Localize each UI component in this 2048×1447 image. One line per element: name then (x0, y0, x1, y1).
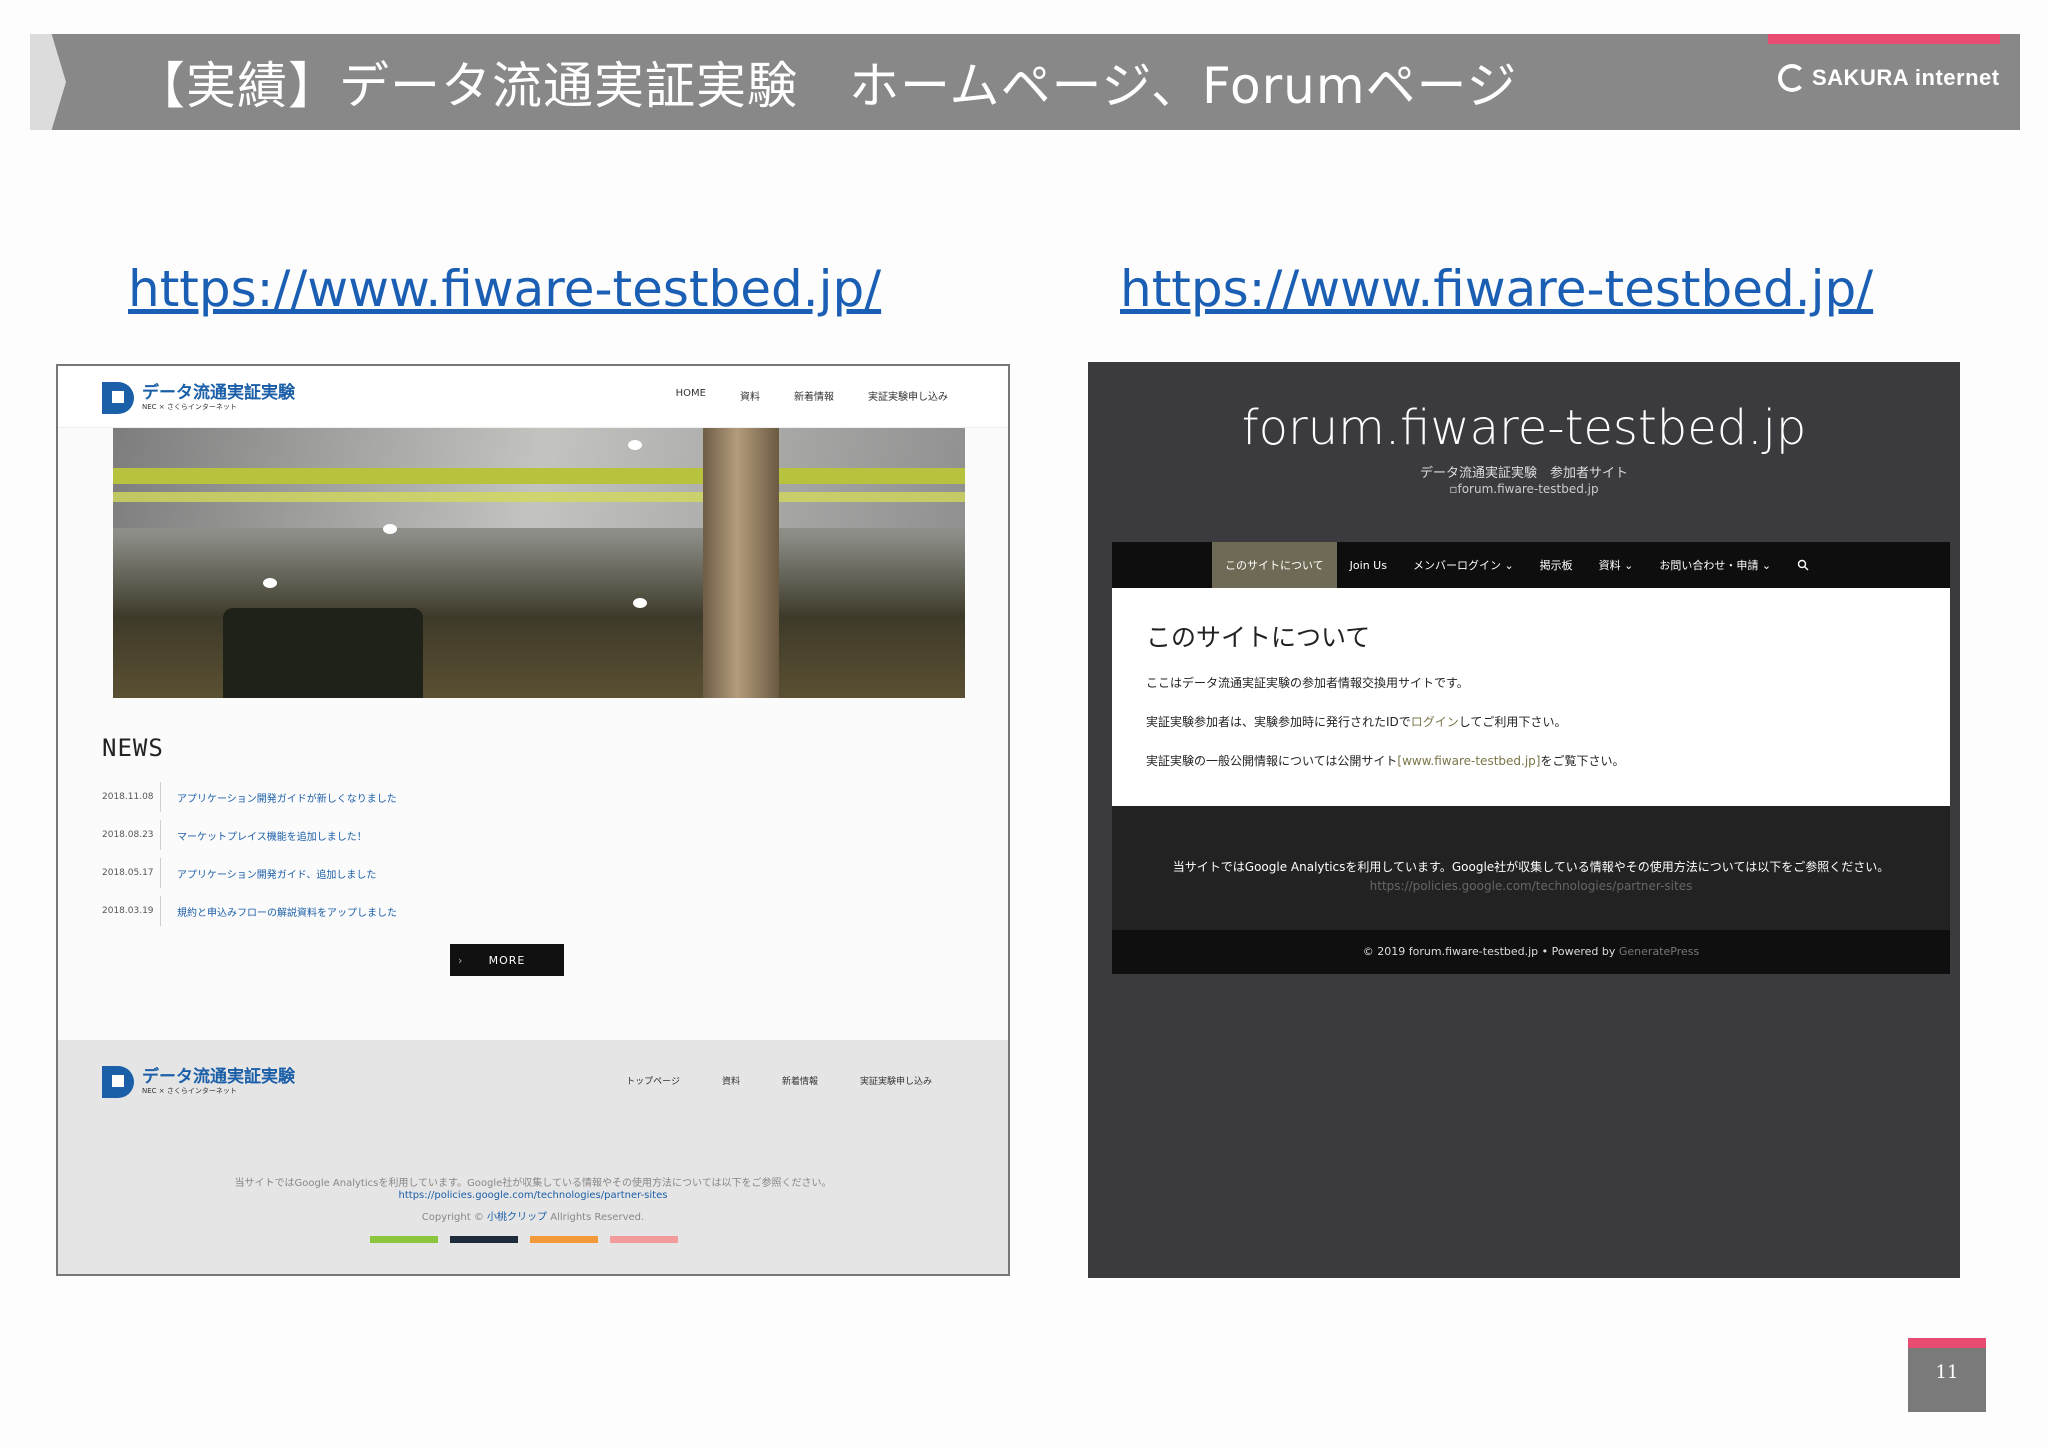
footer-nav-documents[interactable]: 資料 (722, 1074, 740, 1087)
forum-content: このサイトについて ここはデータ流通実証実験の参加者情報交換用サイトです。 実証… (1112, 588, 1950, 806)
news-item[interactable]: 2018.08.23 マーケットプレイス機能を追加しました！ (102, 816, 802, 854)
homepage-logo-icon (102, 382, 134, 414)
news-date: 2018.05.17 (102, 868, 154, 878)
forum-policy-link[interactable]: https://policies.google.com/technologies… (1112, 879, 1950, 893)
login-link[interactable]: ログイン (1411, 715, 1459, 729)
footer-analytics-text: 当サイトではGoogle Analyticsを利用しています。Google社が収… (234, 1178, 832, 1189)
forum-nav-board[interactable]: 掲示板 (1527, 542, 1586, 588)
homepage-url-link[interactable]: https://www.fiware-testbed.jp/ (128, 260, 881, 318)
forum-nav: このサイトについて Join Us メンバーログイン ⌄ 掲示板 資料 ⌄ お問… (1112, 542, 1950, 588)
public-site-link[interactable]: [www.fiware-testbed.jp] (1397, 754, 1540, 768)
forum-nav-about[interactable]: このサイトについて (1212, 542, 1337, 588)
nav-news[interactable]: 新着情報 (794, 388, 834, 403)
footer-logo[interactable]: データ流通実証実験 NEC × さくらインターネット (102, 1066, 295, 1098)
forum-analytics-text: 当サイトではGoogle Analyticsを利用しています。Google社が収… (1172, 860, 1890, 874)
news-link[interactable]: マーケットプレイス機能を追加しました！ (177, 828, 367, 843)
footer-nav: トップページ 資料 新着情報 実証実験申し込み (626, 1074, 932, 1087)
nav-apply[interactable]: 実証実験申し込み (868, 388, 948, 403)
homepage-screenshot: データ流通実証実験 NEC × さくらインターネット HOME 資料 新着情報 … (56, 364, 1010, 1276)
forum-broken-image: ▫forum.fiware-testbed.jp (1449, 482, 1599, 496)
slide: 【実績】データ流通実証実験 ホームページ、Forumページ SAKURA int… (0, 0, 2048, 1447)
sakura-logo-text: SAKURA internet (1812, 65, 2000, 90)
news-link[interactable]: アプリケーション開発ガイド、追加しました (177, 866, 376, 881)
more-button[interactable]: › MORE (450, 944, 564, 976)
news-item[interactable]: 2018.11.08 アプリケーション開発ガイドが新しくなりました (102, 778, 802, 816)
forum-nav-contact[interactable]: お問い合わせ・申請 ⌄ (1646, 542, 1784, 588)
forum-page-heading: このサイトについて (1146, 623, 1371, 652)
homepage-logo-sub: NEC × さくらインターネット (142, 403, 237, 411)
nav-home[interactable]: HOME (676, 388, 706, 403)
accent-strip (1768, 34, 2000, 44)
news-date: 2018.03.19 (102, 906, 154, 916)
sakura-logo: SAKURA internet (1778, 64, 2000, 92)
news-date: 2018.11.08 (102, 792, 154, 802)
chevron-right-icon: › (458, 953, 464, 967)
forum-nav-login[interactable]: メンバーログイン ⌄ (1400, 542, 1527, 588)
forum-nav-join[interactable]: Join Us (1337, 542, 1400, 588)
footer-nav-top[interactable]: トップページ (626, 1074, 680, 1087)
sakura-logo-icon (1778, 64, 1806, 92)
page-number: 11 (1935, 1362, 1959, 1383)
forum-paragraph: 実証実験参加者は、実験参加時に発行されたIDでログインしてご利用下さい。 (1146, 715, 1567, 729)
forum-footer: 当サイトではGoogle Analyticsを利用しています。Google社が収… (1112, 806, 1950, 930)
forum-nav-documents[interactable]: 資料 ⌄ (1586, 542, 1647, 588)
forum-paragraph: ここはデータ流通実証実験の参加者情報交換用サイトです。 (1146, 676, 1469, 690)
hero-image (113, 428, 965, 698)
forum-site-title[interactable]: forum.fiware-testbed.jp (1088, 400, 1960, 456)
footer-nav-news[interactable]: 新着情報 (782, 1074, 818, 1087)
page-number-accent (1908, 1338, 1986, 1348)
footer-logo-icon (102, 1066, 134, 1098)
footer-copyright: Copyright © 小桃クリップ Allrights Reserved. (421, 1212, 645, 1223)
generatepress-link[interactable]: GeneratePress (1619, 945, 1699, 958)
homepage-logo-title: データ流通実証実験 (142, 383, 295, 403)
forum-paragraph: 実証実験の一般公開情報については公開サイト[www.fiware-testbed… (1146, 754, 1625, 768)
forum-credit: © 2019 forum.fiware-testbed.jp • Powered… (1112, 930, 1950, 974)
news-heading: NEWS (102, 734, 164, 762)
news-date: 2018.08.23 (102, 830, 154, 840)
forum-screenshot: forum.fiware-testbed.jp データ流通実証実験 参加者サイト… (1088, 362, 1960, 1278)
footer-badge[interactable] (610, 1236, 678, 1243)
footer-badges (370, 1236, 678, 1243)
footer-logo-sub: NEC × さくらインターネット (142, 1087, 237, 1095)
news-item[interactable]: 2018.03.19 規約と申込みフローの解説資料をアップしました (102, 892, 802, 930)
news-link[interactable]: 規約と申込みフローの解説資料をアップしました (177, 904, 397, 919)
footer-badge[interactable] (370, 1236, 438, 1243)
search-icon[interactable] (1784, 542, 1822, 588)
footer-badge[interactable] (450, 1236, 518, 1243)
footer-nav-apply[interactable]: 実証実験申し込み (860, 1074, 932, 1087)
homepage-logo[interactable]: データ流通実証実験 NEC × さくらインターネット (102, 382, 295, 414)
footer-badge[interactable] (530, 1236, 598, 1243)
news-list: 2018.11.08 アプリケーション開発ガイドが新しくなりました 2018.0… (102, 778, 802, 930)
footer-logo-title: データ流通実証実験 (142, 1067, 295, 1087)
forum-url-link[interactable]: https://www.fiware-testbed.jp/ (1120, 260, 1873, 318)
homepage-header: データ流通実証実験 NEC × さくらインターネット HOME 資料 新着情報 … (58, 366, 1008, 428)
homepage-footer: データ流通実証実験 NEC × さくらインターネット トップページ 資料 新着情… (58, 1040, 1008, 1274)
copyright-owner-link[interactable]: 小桃クリップ (487, 1212, 547, 1223)
more-button-label: MORE (488, 953, 526, 967)
forum-tagline: データ流通実証実験 参加者サイト (1419, 466, 1628, 481)
nav-documents[interactable]: 資料 (740, 388, 760, 403)
news-link[interactable]: アプリケーション開発ガイドが新しくなりました (177, 790, 397, 805)
footer-policy-link[interactable]: https://policies.google.com/technologies… (58, 1190, 1008, 1201)
news-item[interactable]: 2018.05.17 アプリケーション開発ガイド、追加しました (102, 854, 802, 892)
slide-title: 【実績】データ流通実証実験 ホームページ、Forumページ (135, 57, 1518, 115)
homepage-nav: HOME 資料 新着情報 実証実験申し込み (676, 388, 948, 403)
